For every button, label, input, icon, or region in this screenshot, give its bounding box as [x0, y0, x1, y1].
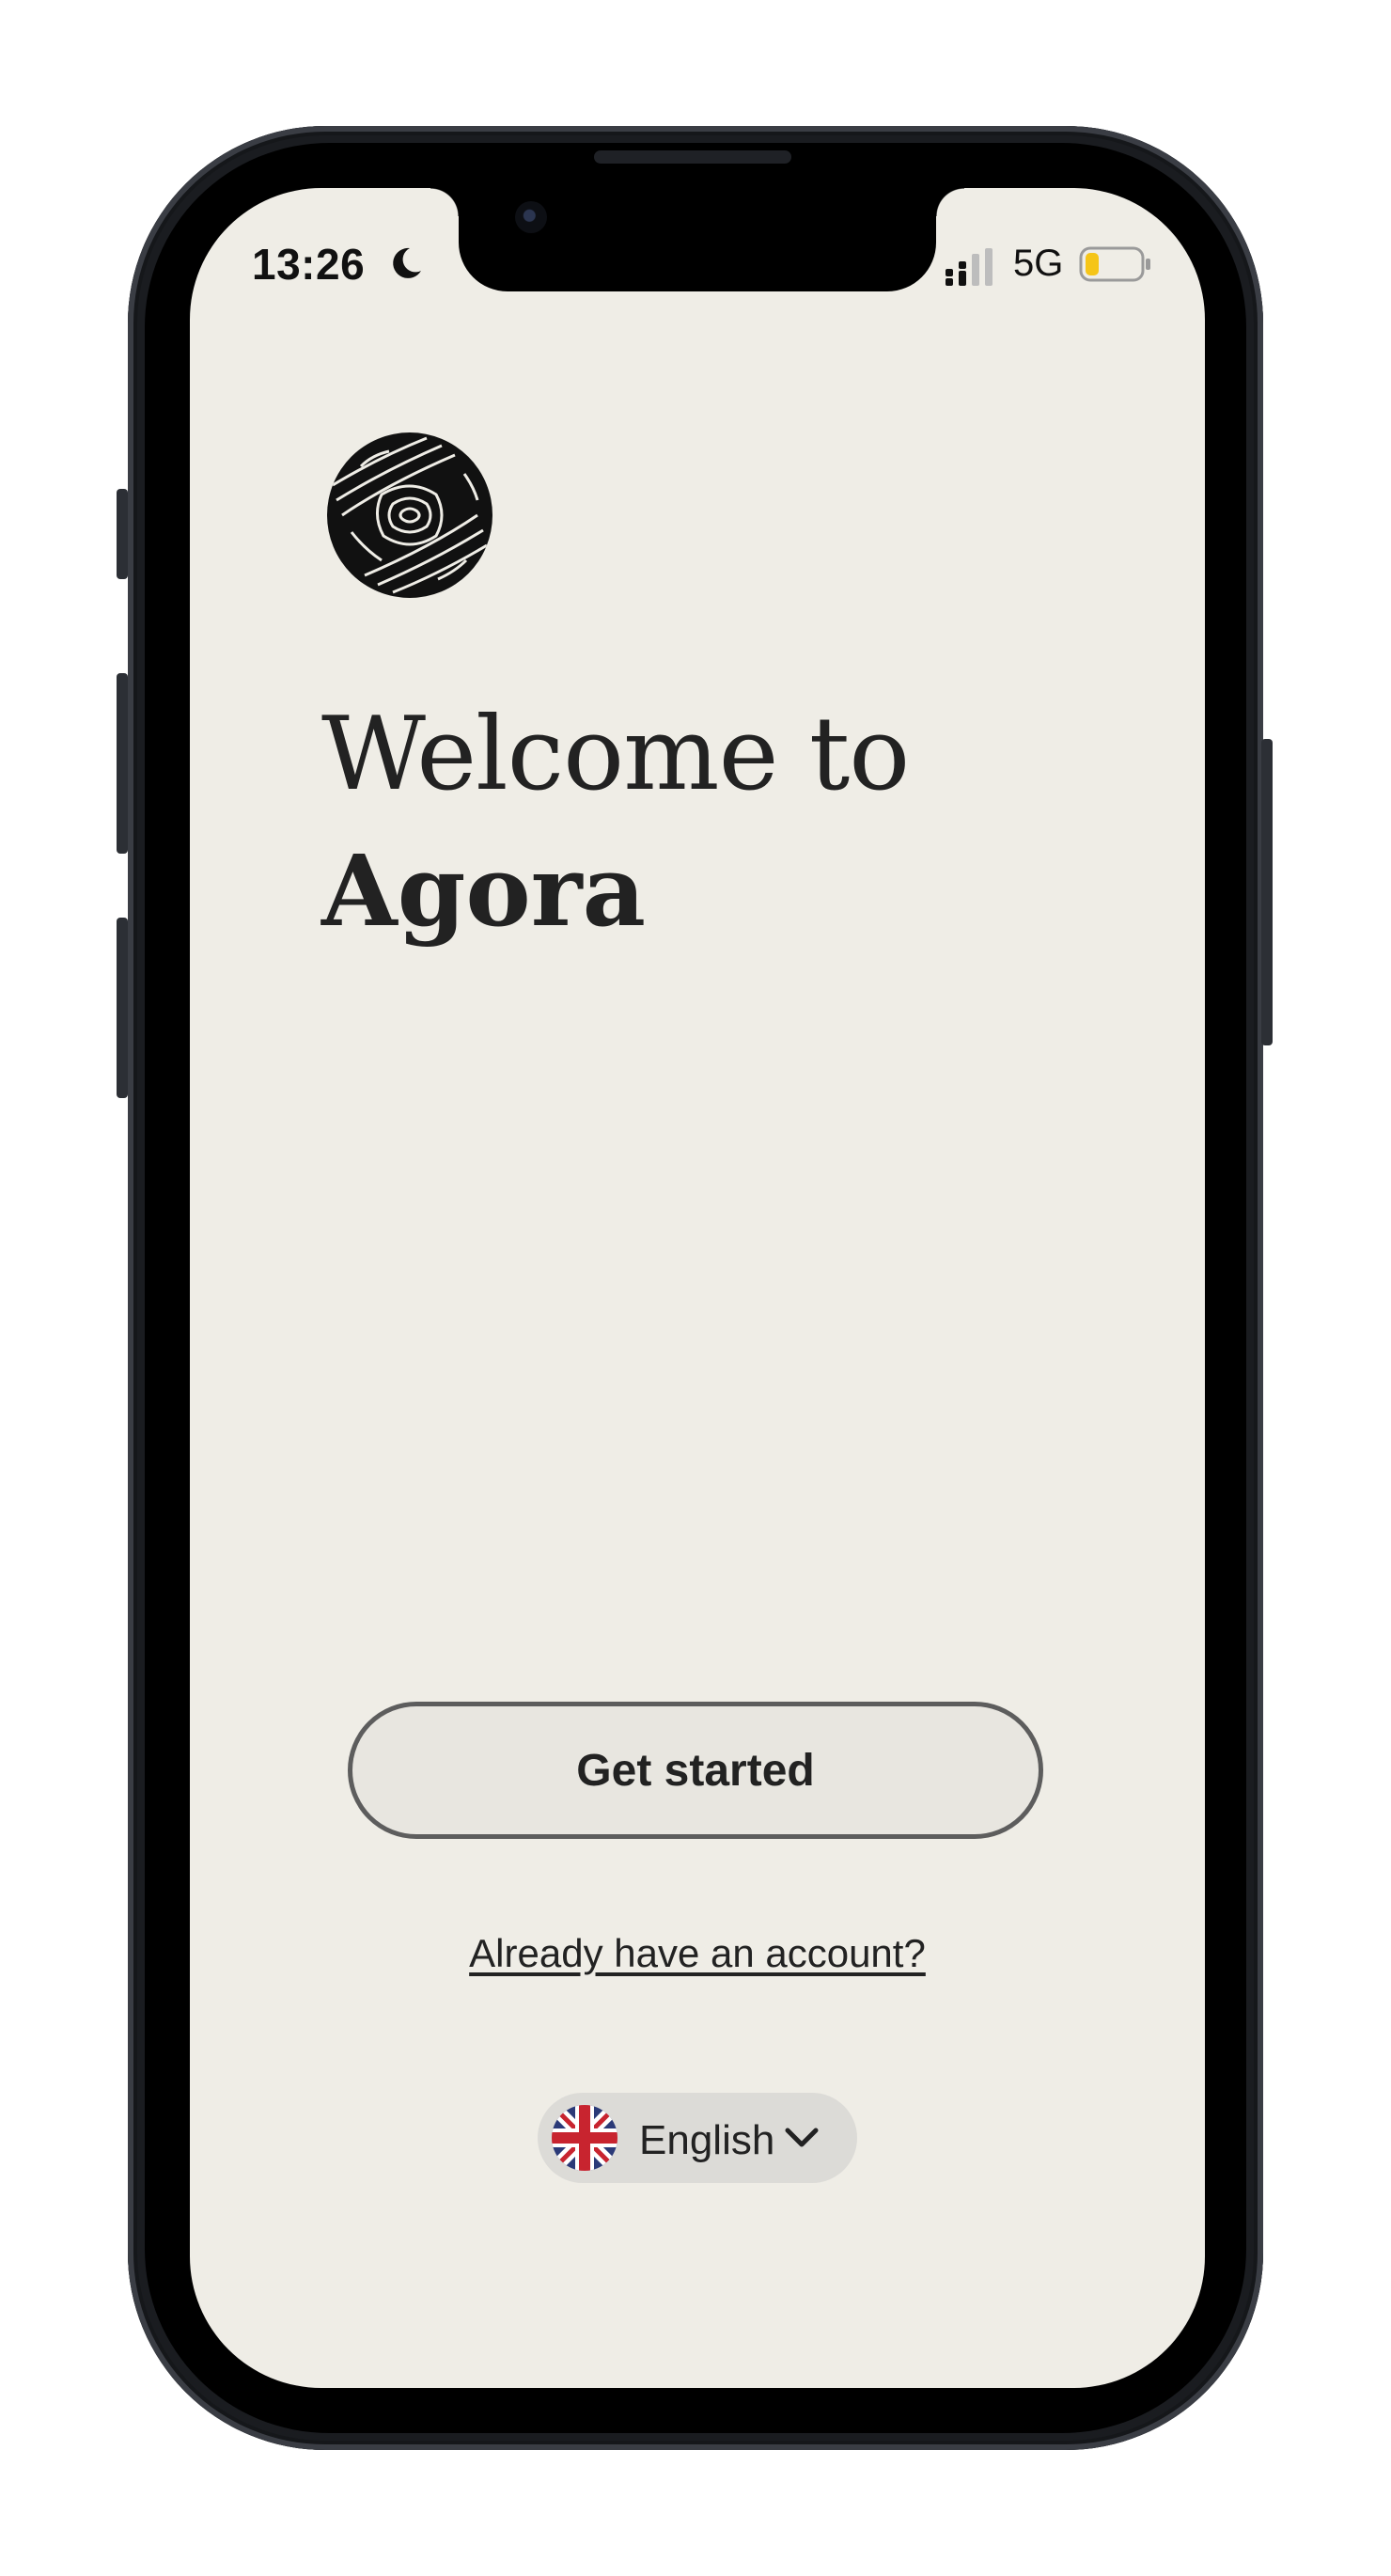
side-button-power	[1261, 739, 1273, 1045]
side-button-silent	[117, 489, 128, 579]
moon-icon	[393, 247, 421, 278]
earpiece-speaker	[594, 150, 791, 164]
logo-icon	[327, 432, 492, 598]
brand-name: Agora	[321, 833, 646, 949]
app-screen: 13:26 5G Welcome to Agora Get started Al…	[190, 188, 1205, 2388]
side-button-volume-up	[117, 673, 128, 854]
signal-icon	[946, 248, 992, 286]
uk-flag-icon	[552, 2105, 617, 2171]
get-started-button[interactable]: Get started	[348, 1702, 1043, 1839]
status-time: 13:26	[252, 240, 366, 289]
language-selector[interactable]: English	[538, 2093, 857, 2183]
language-label: English	[639, 2117, 775, 2163]
battery-icon	[1079, 246, 1150, 282]
chevron-down-icon	[785, 2128, 819, 2147]
welcome-heading: Welcome to	[321, 696, 910, 813]
side-button-volume-down	[117, 918, 128, 1098]
network-label: 5G	[1013, 243, 1064, 284]
login-link[interactable]: Already have an account?	[190, 1931, 1205, 1976]
notch	[430, 188, 964, 291]
front-camera	[515, 201, 547, 233]
